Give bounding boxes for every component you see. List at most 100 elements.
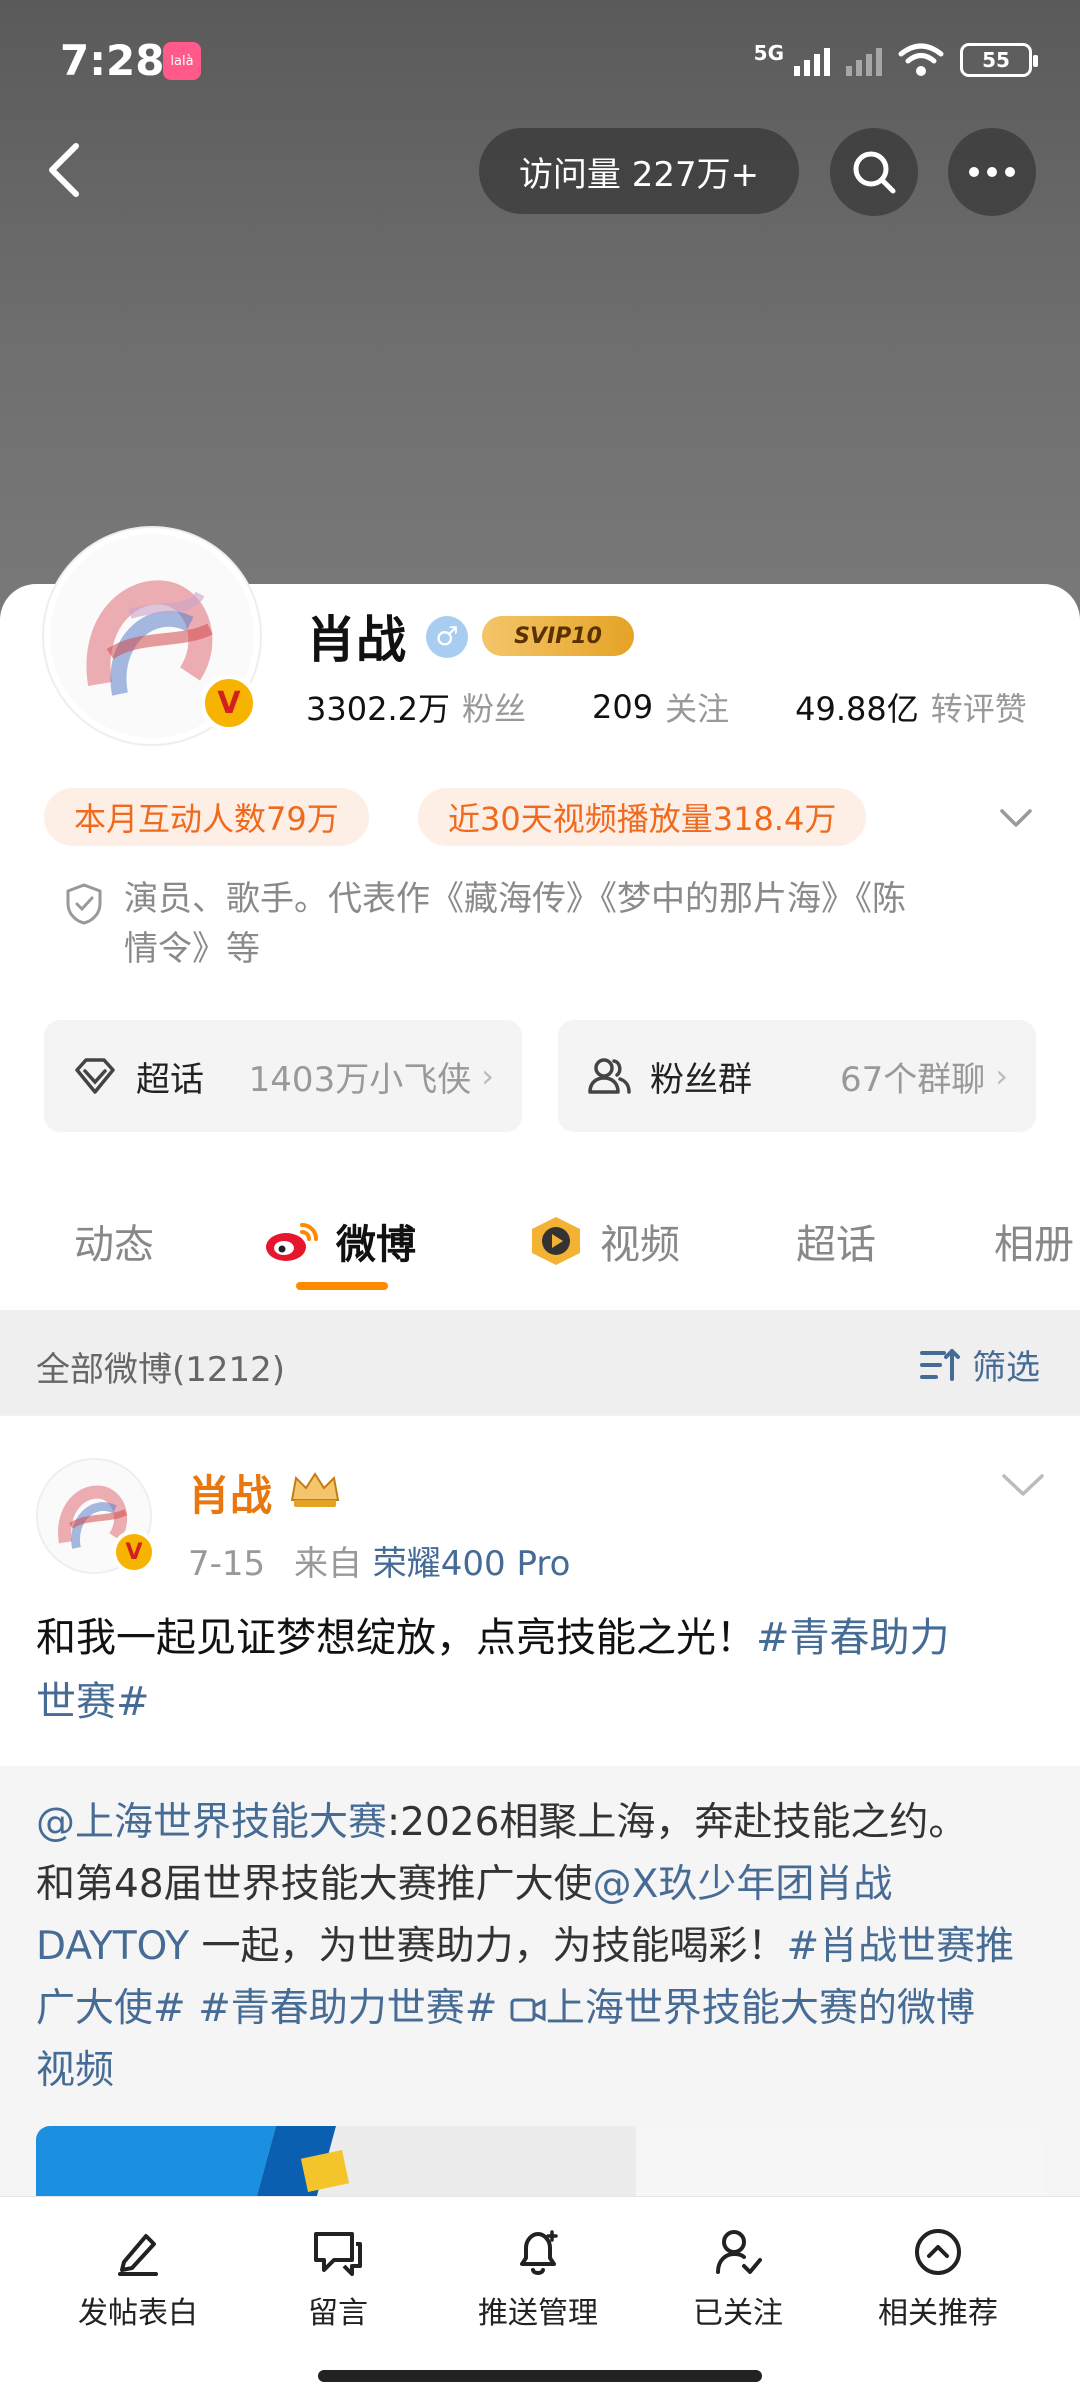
filter-label: 筛选 bbox=[972, 1348, 1040, 1388]
hashtag-link[interactable]: #青春助力世赛# bbox=[198, 1986, 497, 2031]
home-indicator[interactable] bbox=[318, 2370, 762, 2382]
nav-label: 留言 bbox=[308, 2296, 368, 2331]
battery-level: 55 bbox=[982, 48, 1010, 72]
video-link-text: 上海世界技能大赛的微博 bbox=[545, 1986, 975, 2031]
profile-name: 肖战 bbox=[306, 611, 406, 669]
follow-label[interactable]: 关注 bbox=[665, 684, 729, 730]
profile-stats: 3302.2万 粉丝 209 关注 49.88亿 转评赞 bbox=[306, 684, 1027, 730]
hashtag-link[interactable]: 广大使# bbox=[36, 1986, 186, 2031]
chevron-right-icon: › bbox=[481, 1057, 494, 1095]
profile-page: 7:28 lalà 5G 55 访问量 227万+ V 肖战 ♂ SVIP10 … bbox=[0, 0, 1080, 2403]
post-device[interactable]: 荣耀400 Pro bbox=[373, 1544, 571, 1584]
status-bar: 7:28 lalà 5G 55 bbox=[0, 0, 1080, 120]
search-button[interactable] bbox=[830, 128, 918, 216]
svip-badge[interactable]: SVIP10 bbox=[482, 616, 634, 656]
status-time: 7:28 bbox=[60, 36, 165, 85]
profile-bio: 演员、歌手。代表作《藏海传》《梦中的那片海》《陈 情令》等 bbox=[124, 874, 1004, 974]
video-badge-icon bbox=[532, 1217, 580, 1265]
tab-weibo[interactable]: 微博 bbox=[262, 1212, 416, 1270]
male-gender-icon: ♂ bbox=[426, 616, 468, 658]
filter-button[interactable]: 筛选 bbox=[918, 1340, 1040, 1389]
tab-label: 微博 bbox=[336, 1222, 416, 1268]
verified-badge-icon: V bbox=[200, 674, 258, 732]
more-button[interactable] bbox=[948, 128, 1036, 216]
status-indicators: 5G 55 bbox=[753, 40, 1038, 80]
mention-link[interactable]: DAYTOY bbox=[36, 1924, 189, 1969]
signal-secondary-icon bbox=[846, 44, 882, 76]
fangroup-label: 粉丝群 bbox=[650, 1059, 752, 1100]
network-type: 5G bbox=[753, 41, 784, 65]
message-button[interactable]: 留言 bbox=[248, 2226, 428, 2332]
group-icon bbox=[588, 1058, 631, 1094]
tab-album[interactable]: 相册 bbox=[994, 1212, 1074, 1270]
fans-count[interactable]: 3302.2万 bbox=[306, 684, 450, 730]
chevron-down-icon[interactable] bbox=[998, 800, 1034, 836]
crown-icon bbox=[290, 1472, 340, 1507]
mention-link[interactable]: @上海世界技能大赛 bbox=[36, 1800, 387, 1845]
back-button[interactable] bbox=[34, 140, 94, 200]
hashtag-link[interactable]: 世赛# bbox=[36, 1679, 150, 1725]
tab-feed[interactable]: 动态 bbox=[74, 1212, 154, 1270]
battery-icon: 55 bbox=[960, 43, 1038, 77]
profile-tabs: 动态 微博 视频 超话 相册 bbox=[0, 1180, 1080, 1310]
post-confession-button[interactable]: 发帖表白 bbox=[48, 2226, 228, 2332]
repost-line2: 和第48届世界技能大赛推广大使 bbox=[36, 1862, 593, 1907]
chevron-right-icon: › bbox=[995, 1057, 1008, 1095]
fans-label[interactable]: 粉丝 bbox=[462, 684, 526, 730]
active-tab-indicator bbox=[296, 1282, 388, 1290]
fangroup-value: 67个群聊 bbox=[839, 1059, 986, 1100]
shield-icon bbox=[66, 883, 102, 925]
chevron-down-icon[interactable] bbox=[1000, 1470, 1046, 1500]
post-meta: 7-15 来自 荣耀400 Pro bbox=[188, 1536, 570, 1585]
post-text-plain: 和我一起见证梦想绽放，点亮技能之光！ bbox=[36, 1615, 756, 1661]
tab-video[interactable]: 视频 bbox=[526, 1212, 680, 1270]
fangroup-chip[interactable]: 粉丝群 67个群聊 › bbox=[558, 1020, 1036, 1132]
search-icon bbox=[853, 151, 896, 194]
app-notification-icon: lalà bbox=[163, 42, 201, 80]
supertopic-value: 1403万小飞侠 bbox=[248, 1059, 472, 1100]
nav-label: 相关推荐 bbox=[878, 2296, 998, 2331]
post-date: 7-15 bbox=[188, 1544, 266, 1584]
weibo-logo-icon bbox=[266, 1223, 318, 1261]
chevron-up-circle-icon bbox=[915, 2229, 961, 2275]
tab-label: 相册 bbox=[994, 1222, 1074, 1268]
comment-icon bbox=[314, 2232, 362, 2276]
repost-text: @上海世界技能大赛:2026相聚上海，奔赴技能之约。 和第48届世界技能大赛推广… bbox=[36, 1792, 1046, 2102]
back-arrow-icon bbox=[49, 143, 79, 197]
bio-line-2: 情令》等 bbox=[124, 929, 260, 969]
pen-icon bbox=[118, 2234, 158, 2276]
supertopic-label: 超话 bbox=[136, 1059, 204, 1100]
post-text: 和我一起见证梦想绽放，点亮技能之光！#青春助力 世赛# bbox=[36, 1606, 1046, 1734]
tag-video-plays[interactable]: 近30天视频播放量318.4万 bbox=[418, 788, 867, 846]
video-link[interactable]: 上海世界技能大赛的微博 bbox=[510, 1986, 975, 2031]
visit-count-pill[interactable]: 访问量 227万+ bbox=[479, 128, 799, 214]
follow-count[interactable]: 209 bbox=[592, 688, 653, 726]
repost-line1: :2026相聚上海，奔赴技能之约。 bbox=[387, 1800, 968, 1845]
nav-label: 推送管理 bbox=[478, 2296, 598, 2331]
tab-label: 动态 bbox=[74, 1222, 154, 1268]
bio-line-1: 演员、歌手。代表作《藏海传》《梦中的那片海》《陈 bbox=[124, 879, 906, 919]
video-link-text[interactable]: 视频 bbox=[36, 2048, 114, 2093]
supertopic-chip[interactable]: 超话 1403万小飞侠 › bbox=[44, 1020, 522, 1132]
push-settings-button[interactable]: 推送管理 bbox=[448, 2226, 628, 2332]
bell-icon bbox=[520, 2230, 558, 2275]
tab-label: 超话 bbox=[796, 1222, 876, 1268]
user-check-icon bbox=[716, 2230, 762, 2274]
post-author-name[interactable]: 肖战 bbox=[188, 1462, 272, 1523]
verified-badge-icon: V bbox=[112, 1530, 156, 1574]
recommendations-button[interactable]: 相关推荐 bbox=[848, 2226, 1028, 2332]
following-button[interactable]: 已关注 bbox=[648, 2226, 828, 2332]
wifi-icon bbox=[898, 43, 944, 76]
hashtag-link[interactable]: #肖战世赛推 bbox=[786, 1924, 1014, 1969]
video-camera-icon bbox=[510, 1998, 546, 2022]
all-posts-count: 全部微博(1212) bbox=[36, 1350, 286, 1390]
filter-icon bbox=[920, 1348, 960, 1381]
mention-link[interactable]: @X玖少年团肖战 bbox=[593, 1862, 893, 1907]
signal-icon bbox=[794, 44, 830, 76]
repost-line3: 一起，为世赛助力，为技能喝彩！ bbox=[201, 1924, 787, 1969]
nav-label: 已关注 bbox=[693, 2296, 783, 2331]
hashtag-link[interactable]: #青春助力 bbox=[756, 1615, 950, 1661]
tag-monthly-interaction[interactable]: 本月互动人数79万 bbox=[44, 788, 369, 846]
nav-label: 发帖表白 bbox=[78, 2296, 198, 2331]
tab-supertopic[interactable]: 超话 bbox=[796, 1212, 876, 1270]
